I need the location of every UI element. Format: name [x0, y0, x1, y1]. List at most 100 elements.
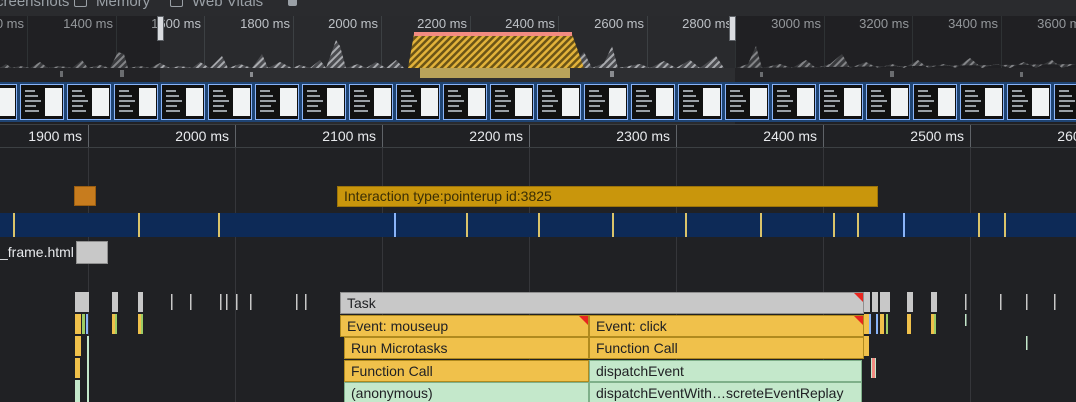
filmstrip-screenshot-thumbnail[interactable]	[161, 84, 205, 120]
filmstrip-screenshot-thumbnail[interactable]	[960, 84, 1004, 120]
thumbnail-text-line	[401, 105, 412, 107]
filmstrip-screenshot-thumbnail[interactable]	[1054, 84, 1076, 120]
overview-window-left-handle[interactable]	[157, 16, 164, 41]
thumbnail-text-line	[307, 95, 320, 97]
thumbnail-text-line	[918, 100, 934, 102]
flame-function-call-click[interactable]: Function Call	[589, 337, 864, 359]
flame-event-click[interactable]: Event: click	[589, 315, 864, 337]
thumbnail-page	[515, 88, 532, 116]
thumbnail-page	[139, 88, 156, 116]
thumbnail-page	[92, 88, 109, 116]
filmstrip-screenshot-thumbnail[interactable]	[208, 84, 252, 120]
filmstrip-screenshot-thumbnail[interactable]	[255, 84, 299, 120]
filmstrip-screenshot-thumbnail[interactable]	[913, 84, 957, 120]
flame-task[interactable]: Task	[340, 292, 864, 314]
warning-triangle-icon	[579, 316, 588, 325]
thumbnail-text-line	[871, 95, 884, 97]
thumbnail-page	[280, 88, 297, 116]
flame-task-label: Task	[347, 295, 376, 311]
ruler-gridline	[970, 125, 971, 147]
thumbnail-text-line	[25, 95, 38, 97]
ruler-tick: 2600 ms	[1057, 128, 1076, 144]
filmstrip-screenshot-thumbnail[interactable]	[67, 84, 111, 120]
filmstrip-screenshot-thumbnail[interactable]	[678, 84, 722, 120]
filmstrip-screenshot-thumbnail[interactable]	[772, 84, 816, 120]
overview-window-right-handle[interactable]	[729, 16, 736, 41]
flame-anonymous[interactable]: (anonymous)	[344, 382, 589, 402]
frame-block[interactable]	[76, 241, 108, 264]
filmstrip-screenshot-thumbnail[interactable]	[349, 84, 393, 120]
memory-checkbox-label: Memory	[96, 0, 151, 10]
thumbnail-page	[0, 88, 15, 116]
interaction-label: Interaction type:pointerup id:3825	[344, 188, 552, 204]
thumbnail-text-line	[542, 100, 558, 102]
thumbnail-page	[45, 88, 62, 116]
thumbnail-text-line	[401, 100, 417, 102]
filmstrip-screenshot-thumbnail[interactable]	[0, 84, 17, 120]
filmstrip-screenshot-thumbnail[interactable]	[725, 84, 769, 120]
thumbnail-page	[844, 88, 861, 116]
thumbnail-page	[985, 88, 1002, 116]
filmstrip-screenshot-thumbnail[interactable]	[819, 84, 863, 120]
thumbnail-text-line	[166, 100, 182, 102]
thumbnail-text-line	[918, 110, 932, 112]
ruler-gridline	[235, 125, 236, 147]
filmstrip-screenshot-thumbnail[interactable]	[443, 84, 487, 120]
thumbnail-text-line	[683, 110, 697, 112]
timeline-overview[interactable]: 0 ms 1400 ms 1600 ms 1800 ms 2000 ms 220…	[0, 16, 1076, 124]
flame-chart-tracks[interactable]: Interaction type:pointerup id:3825 _fram…	[0, 148, 1076, 402]
flame-event-mouseup[interactable]: Event: mouseup	[340, 315, 589, 337]
flame-dispatch-event-replay[interactable]: dispatchEventWith…screteEventReplay	[589, 382, 862, 402]
flame-run-microtasks[interactable]: Run Microtasks	[344, 337, 589, 359]
thumbnail-text-line	[824, 90, 834, 92]
thumbnail-text-line	[965, 90, 975, 92]
frame-markers	[13, 213, 1006, 237]
thumbnail-page	[938, 88, 955, 116]
flame-dispatch-event-replay-label: dispatchEventWith…screteEventReplay	[596, 385, 844, 401]
filmstrip-screenshot-thumbnail[interactable]	[396, 84, 440, 120]
screenshot-filmstrip[interactable]	[0, 82, 1076, 122]
thumbnail-text-line	[166, 110, 180, 112]
filmstrip-screenshot-thumbnail[interactable]	[1007, 84, 1051, 120]
thumbnail-text-line	[730, 110, 744, 112]
thumbnail-text-line	[777, 95, 790, 97]
filmstrip-screenshot-thumbnail[interactable]	[490, 84, 534, 120]
filmstrip-screenshot-thumbnail[interactable]	[866, 84, 910, 120]
filmstrip-screenshot-thumbnail[interactable]	[584, 84, 628, 120]
flame-dispatch-event[interactable]: dispatchEvent	[589, 360, 862, 382]
thumbnail-text-line	[589, 110, 603, 112]
thumbnail-text-line	[448, 100, 464, 102]
frames-track[interactable]	[0, 213, 1076, 237]
filmstrip-screenshot-thumbnail[interactable]	[631, 84, 675, 120]
thumbnail-text-line	[965, 100, 981, 102]
thumbnail-text-line	[1059, 95, 1072, 97]
thumbnail-text-line	[401, 90, 411, 92]
filmstrip-screenshot-thumbnail[interactable]	[537, 84, 581, 120]
thumbnail-text-line	[213, 90, 223, 92]
thumbnail-text-line	[25, 110, 39, 112]
thumbnail-text-line	[589, 100, 605, 102]
memory-checkbox[interactable]	[74, 0, 87, 7]
flame-function-call-microtask[interactable]: Function Call	[344, 360, 589, 382]
filmstrip-screenshot-thumbnail[interactable]	[20, 84, 64, 120]
thumbnail-text-line	[636, 95, 649, 97]
thumbnail-page	[327, 88, 344, 116]
web-vitals-checkbox[interactable]	[170, 0, 183, 7]
thumbnail-text-line	[683, 90, 693, 92]
flame-event-mouseup-label: Event: mouseup	[347, 318, 449, 334]
thumbnail-page	[186, 88, 203, 116]
filmstrip-screenshot-thumbnail[interactable]	[302, 84, 346, 120]
frame-url-label: _frame.html	[0, 244, 74, 260]
thumbnail-text-line	[683, 95, 696, 97]
interaction-pointerup-bar[interactable]: Interaction type:pointerup id:3825	[337, 186, 878, 207]
thumbnail-text-line	[119, 100, 135, 102]
thumbnail-text-line	[1012, 90, 1022, 92]
thumbnail-text-line	[448, 110, 462, 112]
thumbnail-text-line	[72, 105, 83, 107]
filmstrip-screenshot-thumbnail[interactable]	[114, 84, 158, 120]
interaction-event-small[interactable]	[74, 186, 96, 206]
thumbnail-text-line	[495, 110, 509, 112]
thumbnail-page	[233, 88, 250, 116]
thumbnail-text-line	[683, 100, 699, 102]
trash-icon[interactable]	[288, 0, 297, 6]
